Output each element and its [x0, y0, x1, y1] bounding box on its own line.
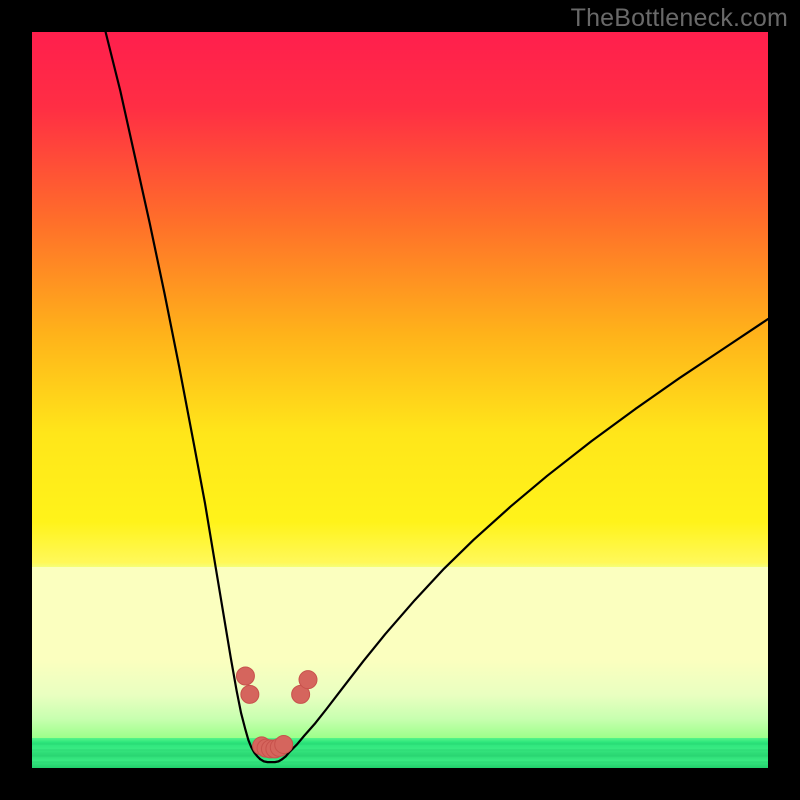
frame: TheBottleneck.com	[0, 0, 800, 800]
watermark: TheBottleneck.com	[571, 4, 788, 33]
green-band	[32, 738, 768, 768]
marker-dot	[299, 671, 317, 689]
pale-band	[32, 660, 768, 738]
marker-dot	[241, 685, 259, 703]
gradient-backdrop	[32, 32, 768, 660]
marker-dot	[236, 667, 254, 685]
plot-area	[32, 32, 768, 768]
chart-svg	[32, 32, 768, 768]
marker-dot	[275, 735, 293, 753]
